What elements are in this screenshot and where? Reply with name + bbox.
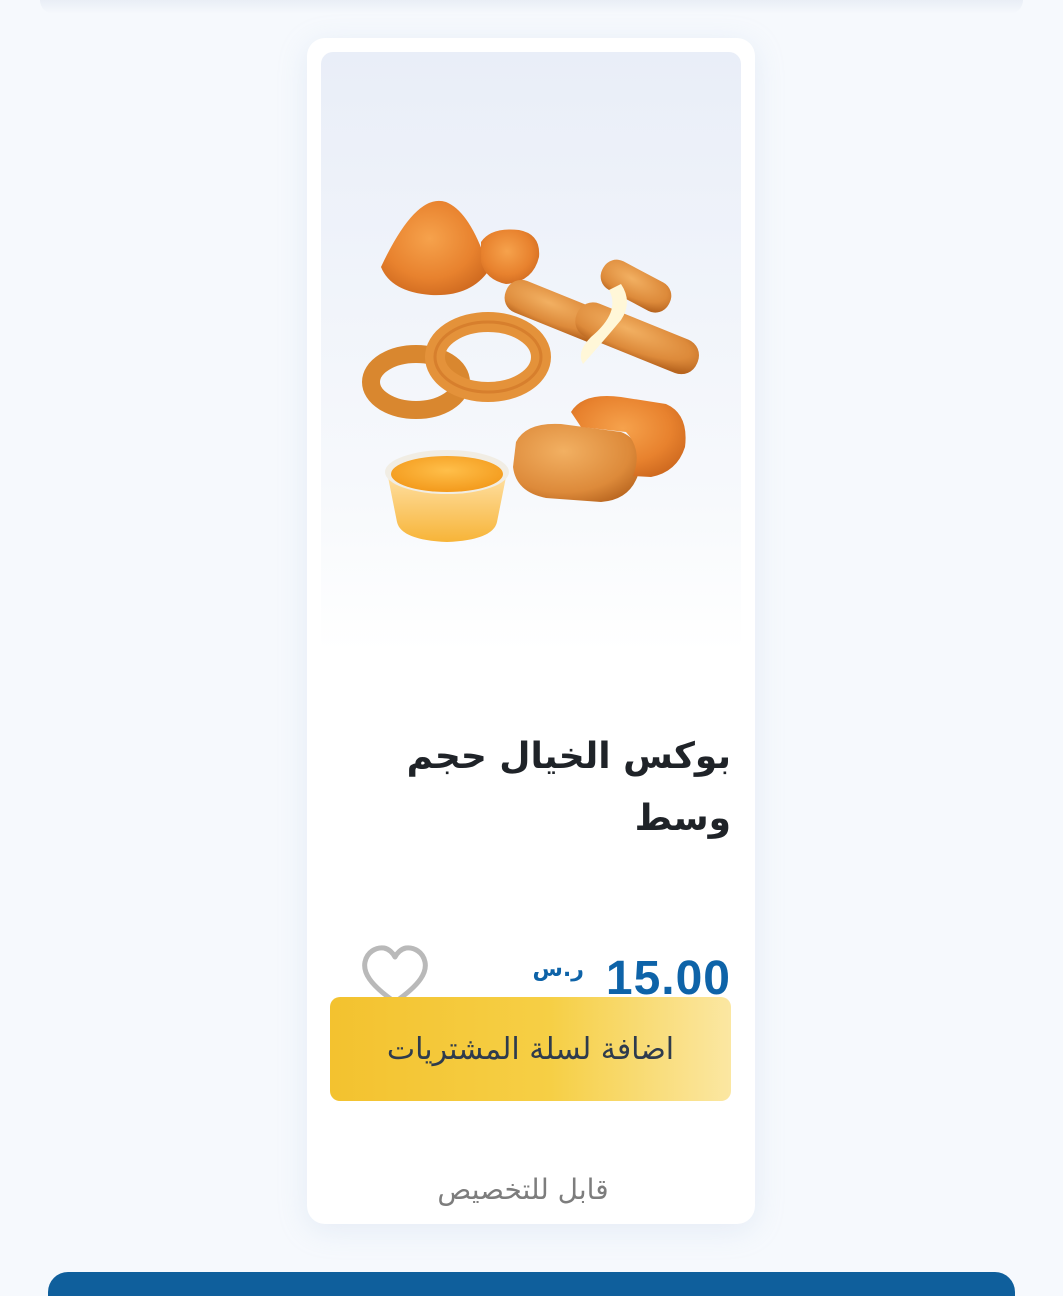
top-edge-shadow <box>40 0 1023 14</box>
currency-label: ر.س <box>532 956 584 982</box>
food-illustration <box>362 200 699 542</box>
product-image[interactable] <box>321 52 741 652</box>
bottom-bar <box>48 1272 1015 1296</box>
product-title: بوكس الخيال حجم وسط <box>406 736 731 839</box>
customizable-label: قابل للتخصيص <box>437 1173 609 1206</box>
add-to-cart-button[interactable]: اضافة لسلة المشتريات <box>330 997 731 1101</box>
product-card[interactable]: بوكس الخيال حجم وسط ر.س 15.00 اضافة لسلة… <box>307 38 755 1224</box>
